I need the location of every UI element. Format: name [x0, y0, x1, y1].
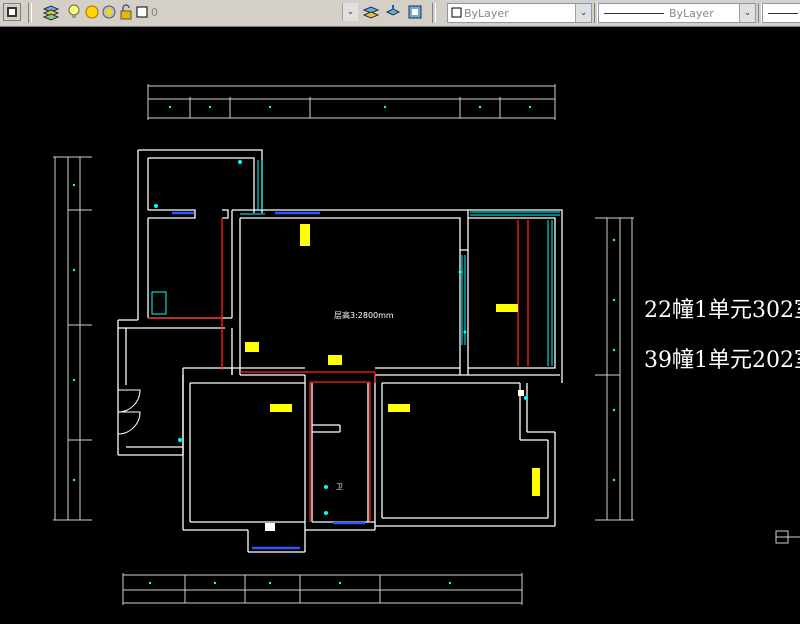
layer-states-icon[interactable] — [406, 3, 424, 21]
linetype-combo[interactable]: ByLayer ⌄ — [598, 3, 756, 23]
toolbar-handle-icon[interactable] — [3, 3, 21, 21]
freeze-viewport-icon — [102, 5, 116, 19]
properties-toolbar: 0 ⌄ ByLayer ⌄ ByLayer ⌄ — [0, 0, 800, 27]
lineweight-combo[interactable] — [762, 3, 800, 23]
chevron-down-icon[interactable]: ⌄ — [342, 3, 358, 21]
right-dimension — [595, 217, 634, 521]
bottom-dimension — [122, 573, 523, 605]
color-value: ByLayer — [464, 7, 509, 20]
layer-name: 0 — [151, 6, 158, 19]
red-lines — [148, 218, 529, 522]
center-label: 层高3:2800mm — [334, 311, 394, 320]
left-dimension — [53, 156, 92, 521]
top-dimension — [147, 84, 556, 120]
unit-note-2: 39幢1单元202室 — [644, 348, 800, 373]
separator — [432, 3, 436, 23]
entry-door — [117, 389, 141, 435]
make-current-layer-icon[interactable] — [362, 3, 380, 21]
openings — [151, 160, 560, 366]
layer-manager-icon[interactable] — [42, 3, 60, 21]
color-swatch-icon — [451, 7, 462, 18]
yellow-tags — [245, 224, 540, 496]
ucs-marker — [775, 530, 800, 544]
windows — [172, 211, 365, 550]
unit-note-1: 22幢1单元302室 — [644, 298, 800, 323]
layer-combo[interactable]: 0 ⌄ — [62, 3, 358, 23]
linetype-preview — [604, 13, 664, 14]
floor-plan — [53, 84, 800, 605]
sun-icon — [85, 5, 99, 19]
separator — [28, 3, 32, 23]
light-bulb-icon — [68, 4, 80, 18]
chevron-down-icon[interactable]: ⌄ — [575, 4, 591, 22]
lock-icon — [120, 4, 132, 20]
color-combo[interactable]: ByLayer ⌄ — [447, 3, 592, 23]
dimension-markers — [72, 105, 616, 585]
chevron-down-icon[interactable]: ⌄ — [739, 4, 755, 22]
drawing-canvas[interactable]: 层高3:2800mm 卫 22幢1单元302室 39幢1单元202室 — [0, 27, 800, 624]
cyan-markers — [154, 160, 528, 515]
layer-previous-icon[interactable] — [384, 3, 402, 21]
linetype-value: ByLayer — [669, 7, 714, 20]
color-square-icon — [136, 6, 148, 18]
lineweight-preview — [768, 13, 798, 14]
room-tag: 卫 — [336, 483, 343, 491]
